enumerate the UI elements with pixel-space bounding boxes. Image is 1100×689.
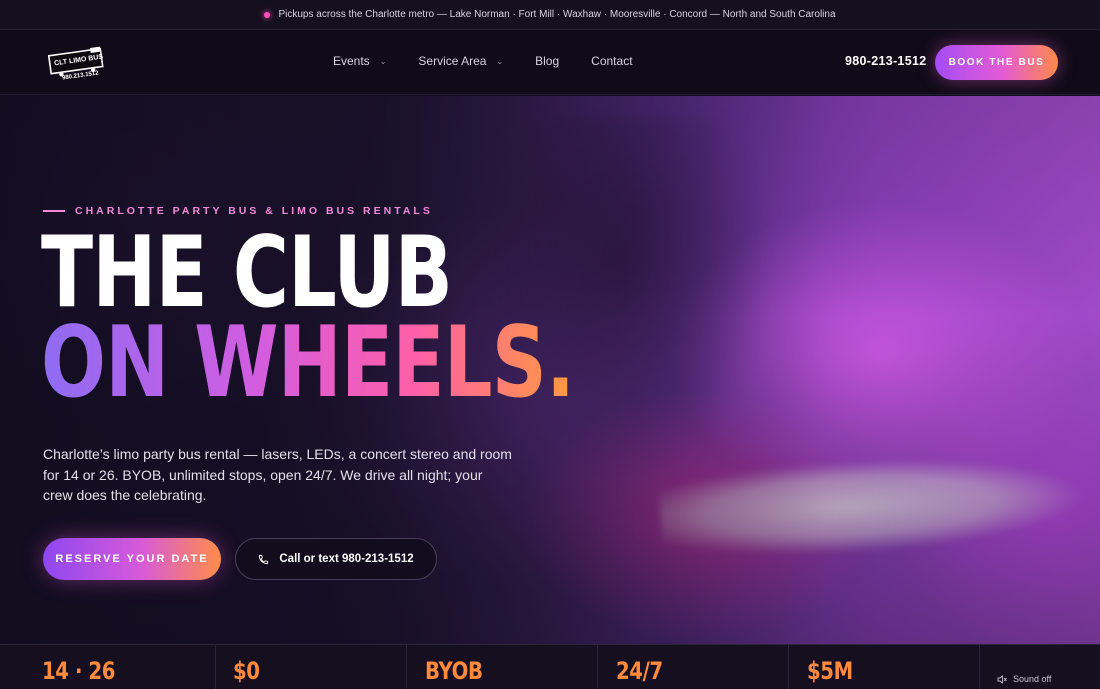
headline-line-1: THE CLUB xyxy=(41,216,453,330)
live-dot-icon xyxy=(264,11,271,18)
stat-value: $5M xyxy=(807,657,853,685)
stat-value: 24/7 xyxy=(616,657,663,685)
stat-value: 14 · 26 xyxy=(42,657,116,685)
header-phone-link[interactable]: 980-213-1512 xyxy=(845,54,926,68)
stat-item: BYOB xyxy=(407,645,598,689)
stat-item: 24/7 xyxy=(598,645,789,689)
chevron-down-icon: ⌄ xyxy=(496,56,504,66)
stat-item: $0 xyxy=(216,645,407,689)
nav-item-label: Blog xyxy=(535,54,560,68)
hero: CHARLOTTE PARTY BUS & LIMO BUS RENTALS T… xyxy=(0,96,1100,644)
stat-item: $5M xyxy=(789,645,980,689)
nav-item-blog[interactable]: Blog xyxy=(535,54,559,68)
site-header: CLT LIMO BUS 980.213.1512 Events ⌄ Servi… xyxy=(0,30,1100,95)
nav-item-label: Events xyxy=(333,54,370,68)
stat-value: BYOB xyxy=(425,657,483,685)
sound-toggle[interactable]: Sound off xyxy=(997,674,1051,684)
announcement-text: Pickups across the Charlotte metro — Lak… xyxy=(278,9,836,20)
nav-item-contact[interactable]: Contact xyxy=(591,54,632,68)
stats-bar: 14 · 26 $0 BYOB 24/7 $5M xyxy=(0,644,1100,689)
logo[interactable]: CLT LIMO BUS 980.213.1512 xyxy=(47,46,106,82)
announcement-bar: Pickups across the Charlotte metro — Lak… xyxy=(0,0,1100,30)
call-text-label: Call or text 980-213-1512 xyxy=(279,553,414,565)
call-text-button[interactable]: Call or text 980-213-1512 xyxy=(235,538,437,580)
chevron-down-icon: ⌄ xyxy=(379,56,387,66)
nav-item-service-area[interactable]: Service Area ⌄ xyxy=(418,54,503,68)
phone-icon xyxy=(259,554,269,564)
nav-item-label: Contact xyxy=(591,54,633,68)
reserve-date-button[interactable]: RESERVE YOUR DATE xyxy=(43,538,221,580)
headline-line-2: ON WHEELS. xyxy=(41,306,575,420)
main-nav: Events ⌄ Service Area ⌄ Blog Contact xyxy=(333,54,665,68)
eyebrow-rule xyxy=(43,210,65,212)
stat-item: 14 · 26 xyxy=(0,645,216,689)
nav-item-events[interactable]: Events ⌄ xyxy=(333,54,386,68)
stat-value: $0 xyxy=(233,657,260,685)
speaker-muted-icon xyxy=(997,674,1007,684)
book-the-bus-button[interactable]: BOOK THE BUS xyxy=(935,45,1058,80)
hero-headline: THE CLUB ON WHEELS. xyxy=(41,216,575,420)
sound-toggle-label: Sound off xyxy=(1013,674,1052,684)
nav-item-label: Service Area xyxy=(418,54,487,68)
hero-description: Charlotte’s limo party bus rental — lase… xyxy=(43,446,512,503)
